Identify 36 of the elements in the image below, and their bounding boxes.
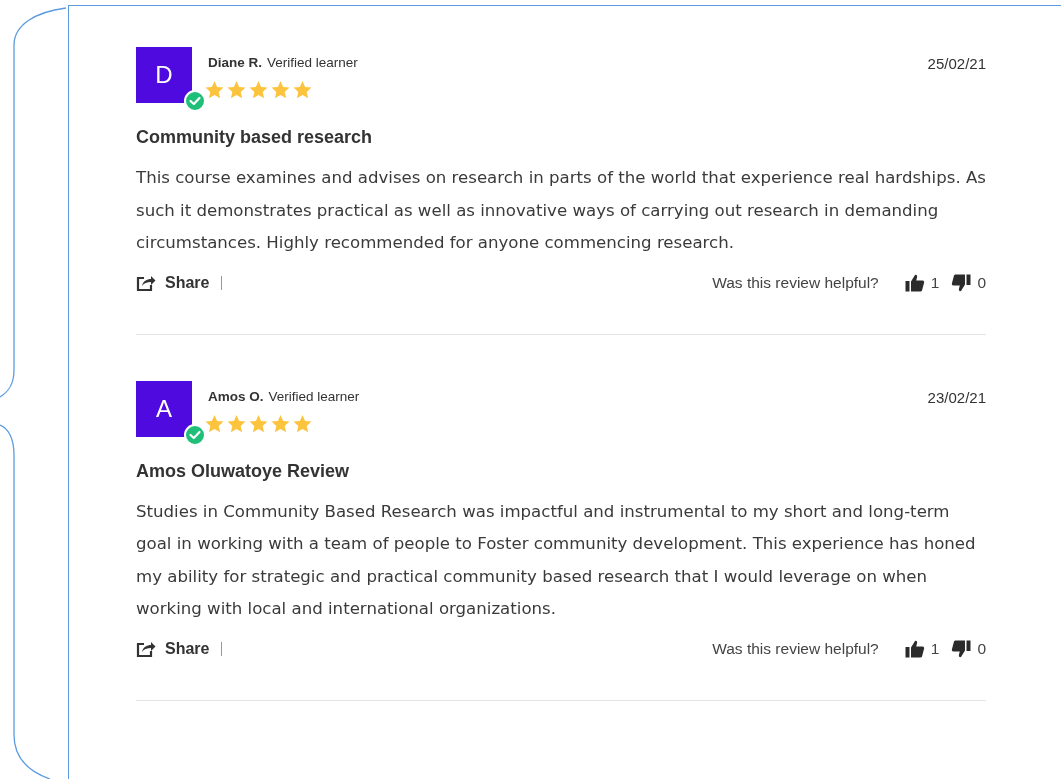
thumbs-down-icon [951,639,972,658]
verified-label: Verified learner [267,55,358,70]
thumbs-up-button[interactable]: 1 [904,639,940,658]
star-icon [292,80,313,100]
thumbs-down-button[interactable]: 0 [951,639,986,658]
review-date: 25/02/21 [927,54,986,72]
thumbs-up-button[interactable]: 1 [904,273,940,292]
thumbs-down-button[interactable]: 0 [951,273,986,292]
thumbs-up-icon [904,273,925,292]
review-date: 23/02/21 [927,387,986,406]
thumbs-down-icon [951,273,972,292]
star-icon [270,80,291,100]
review-title: Community based research [136,127,374,148]
reviewer-name: Amos O. [208,388,264,404]
share-button[interactable]: Share [136,639,210,658]
helpful-question: Was this review helpful? [712,639,879,658]
star-icon [248,80,269,100]
star-icon [248,413,269,434]
review-text: This course examines and advises on research in parts of the world that experience real hardships. As such it demonstrates practical as well as innovative ways of carrying out research in demanding circumstances. Highly recommended for anyone commencing research. [136,167,986,254]
star-icon [226,80,247,100]
helpful-question: Was this review helpful? [712,273,879,292]
share-icon [136,639,156,658]
star-icon [270,413,291,434]
share-button[interactable]: Share [136,273,210,292]
thumbs-up-icon [904,639,925,658]
avatar: D [136,47,192,103]
review-title: Amos Oluwatoye Review [136,460,351,482]
star-icon [292,413,313,434]
star-icon [226,413,247,434]
star-icon [204,413,225,434]
star-icon [204,80,225,100]
verified-label: Verified learner [268,388,360,404]
reviewer-name: Diane R. [208,55,262,70]
avatar: A [136,380,192,437]
review-text: Studies in Community Based Research was impactful and instrumental to my short and long-term goal in working with a team of people to Foster community development. This experience has honed my ability for strategic and practical community based research that I would leverage on when working with local and international organizations. [136,500,977,620]
share-icon [136,273,156,292]
